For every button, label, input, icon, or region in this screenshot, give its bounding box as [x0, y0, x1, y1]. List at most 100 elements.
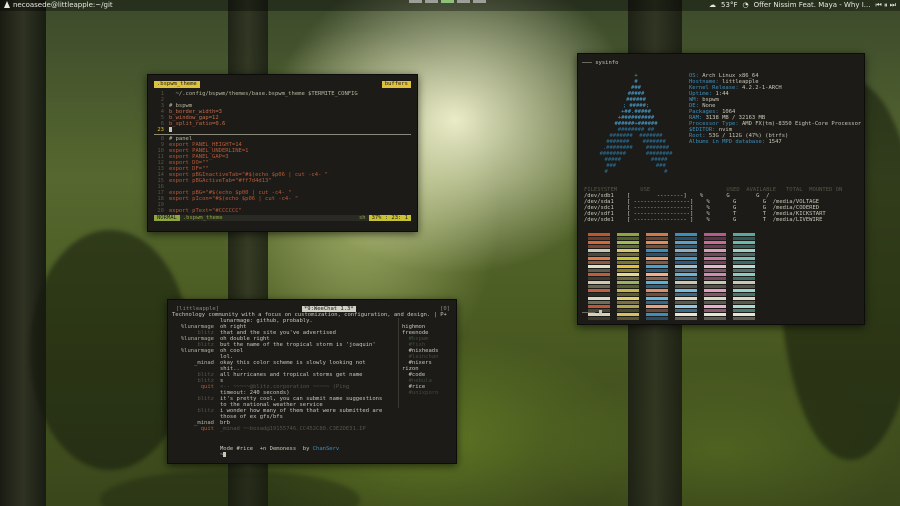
- palette-swatch: [704, 297, 726, 300]
- shell-prompt[interactable]: ────: [582, 310, 602, 316]
- palette-swatch: [704, 245, 726, 248]
- palette-swatch: [646, 265, 668, 268]
- vim-line: 23: [154, 127, 411, 133]
- vim-line-text: export pBGActiveTab="#ff7d4d13": [169, 178, 272, 184]
- palette-swatch: [588, 273, 610, 276]
- vim-line-number: 23: [157, 127, 164, 133]
- sysinfo-title: ─── sysinfo: [582, 60, 619, 66]
- palette-swatch: [646, 313, 668, 316]
- disk-row: /dev/sde1 [ ---------------- ] % G T /me…: [584, 217, 823, 223]
- vim-line-text: ~/.config/bspwm/themes/base.bspwm_theme …: [169, 91, 358, 97]
- palette-swatch: [588, 301, 610, 304]
- palette-swatch: [704, 233, 726, 236]
- palette-swatch: [617, 269, 639, 272]
- palette-swatch: [675, 305, 697, 308]
- palette-swatch: [588, 277, 610, 280]
- workspace-2[interactable]: [425, 0, 438, 3]
- weechat-window[interactable]: [littleapple] *9:WeeChat 1.3* [0] Techno…: [167, 299, 457, 464]
- palette-swatch: [733, 269, 755, 272]
- palette-swatch: [588, 245, 610, 248]
- palette-swatch: [588, 281, 610, 284]
- palette-swatch: [646, 269, 668, 272]
- palette-swatch: [733, 317, 755, 320]
- palette-swatch: [588, 233, 610, 236]
- palette-swatch: [646, 297, 668, 300]
- vim-line-text: export pText="#CCCCCC": [169, 208, 242, 214]
- info-row: Albums in MPD database: 1547: [689, 139, 861, 145]
- text-cursor: [598, 310, 602, 315]
- palette-swatch: [588, 305, 610, 308]
- chat-nick: [172, 432, 214, 438]
- palette-swatch: [646, 257, 668, 260]
- palette-swatch: [733, 277, 755, 280]
- vim-divider: [154, 134, 411, 135]
- palette-swatch: [704, 317, 726, 320]
- palette-swatch: [675, 241, 697, 244]
- palette-swatch: [704, 269, 726, 272]
- palette-swatch: [617, 285, 639, 288]
- workspace-4[interactable]: [457, 0, 470, 3]
- workspace-indicator[interactable]: [409, 0, 486, 3]
- palette-swatch: [646, 301, 668, 304]
- palette-swatch: [704, 257, 726, 260]
- vim-tabline: .bspwm_theme buffers: [154, 81, 411, 88]
- foliage-shadow-left: [30, 230, 190, 470]
- workspace-1[interactable]: [409, 0, 422, 3]
- weather-label: 53°F: [721, 1, 738, 9]
- palette-swatch: [588, 261, 610, 264]
- palette-swatch: [733, 285, 755, 288]
- palette-swatch: [675, 281, 697, 284]
- palette-column: [617, 233, 639, 320]
- status-text: Mode #rice +n Demoness by: [220, 446, 313, 452]
- palette-swatch: [617, 237, 639, 240]
- palette-swatch: [675, 245, 697, 248]
- palette-swatch: [617, 233, 639, 236]
- sysinfo-window[interactable]: ─── sysinfo + # ### ##### ######; #####; +##.…: [577, 53, 865, 325]
- workspace-5[interactable]: [473, 0, 486, 3]
- chat-input[interactable]: ~: [220, 452, 227, 458]
- top-panel: necoasede@littleapple:~/git ☁ 53°F ◔ Off…: [0, 0, 900, 11]
- palette-swatch: [704, 273, 726, 276]
- palette-swatch: [646, 245, 668, 248]
- palette-swatch: [588, 237, 610, 240]
- palette-swatch: [617, 257, 639, 260]
- music-icon: ◔: [742, 1, 749, 9]
- palette-swatch: [675, 237, 697, 240]
- palette-swatch: [617, 249, 639, 252]
- buffer-list[interactable]: highmon freenode #bspwm #fish #nixheads #…: [398, 318, 454, 408]
- palette-swatch: [646, 273, 668, 276]
- media-controls-icon[interactable]: ⏮ ⏸ ⏭: [875, 1, 896, 10]
- palette-swatch: [646, 293, 668, 296]
- palette-swatch: [675, 297, 697, 300]
- palette-swatch: [646, 261, 668, 264]
- chat-text: but the name of the tropical storm is 'j…: [220, 342, 376, 348]
- vim-buffers-label: buffers: [381, 81, 411, 88]
- palette-swatch: [675, 233, 697, 236]
- palette-swatch: [704, 241, 726, 244]
- palette-swatch: [733, 241, 755, 244]
- palette-swatch: [588, 253, 610, 256]
- workspace-3[interactable]: [441, 0, 454, 3]
- vim-position: 37% : 23: 1: [368, 215, 411, 221]
- vim-tab[interactable]: .bspwm_theme: [154, 81, 200, 88]
- vim-editor[interactable]: 1 ~/.config/bspwm/themes/base.bspwm_them…: [154, 91, 411, 214]
- palette-swatch: [733, 293, 755, 296]
- vim-window[interactable]: .bspwm_theme buffers 1 ~/.config/bspwm/t…: [147, 74, 418, 232]
- weechat-status-line: Mode #rice +n Demoness by ChanServ: [220, 446, 339, 452]
- palette-swatch: [733, 305, 755, 308]
- buffer-list-item[interactable]: [402, 402, 454, 408]
- vim-line-text: export pIcon="#$(echo $p06 | cut -c4- ": [169, 196, 299, 202]
- chat-message: [172, 432, 394, 438]
- palette-swatch: [704, 237, 726, 240]
- palette-swatch: [646, 237, 668, 240]
- palette-swatch: [704, 289, 726, 292]
- chat-text: all hurricanes and tropical storms get n…: [220, 372, 363, 378]
- palette-swatch: [646, 289, 668, 292]
- palette-swatch: [646, 249, 668, 252]
- weather-icon: ☁: [709, 1, 717, 9]
- palette-swatch: [704, 265, 726, 268]
- palette-swatch: [733, 253, 755, 256]
- palette-swatch: [675, 289, 697, 292]
- palette-swatch: [704, 261, 726, 264]
- palette-swatch: [704, 253, 726, 256]
